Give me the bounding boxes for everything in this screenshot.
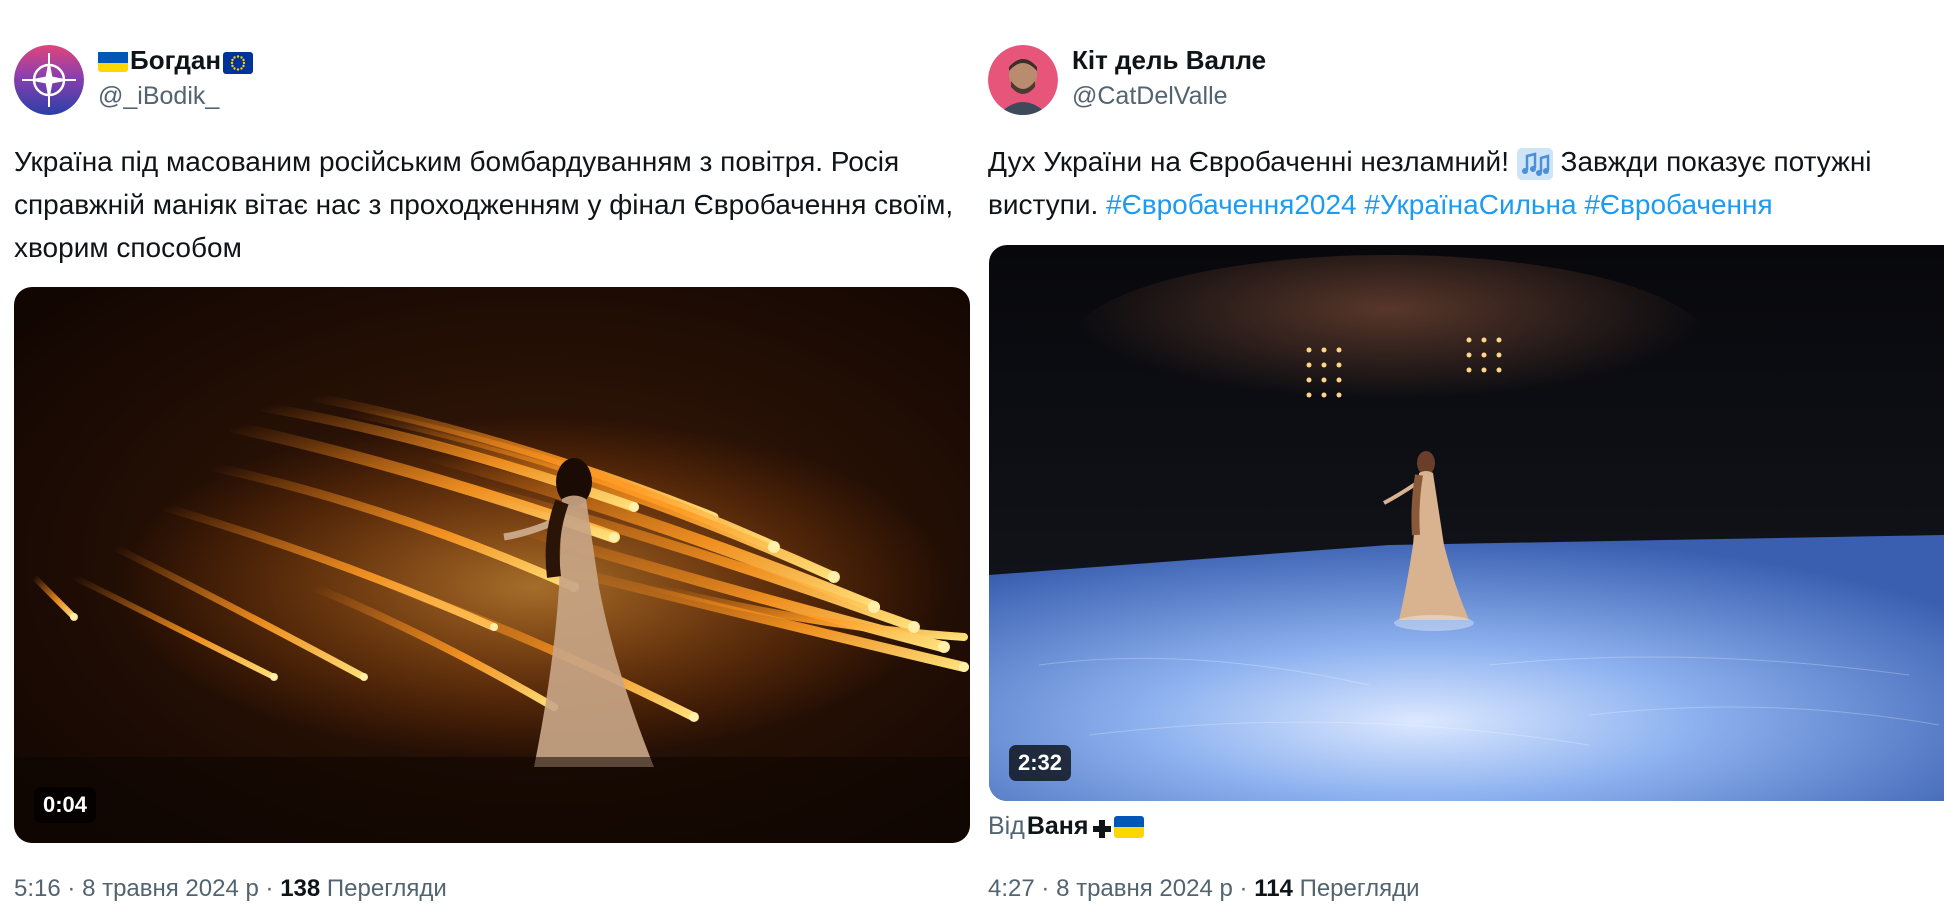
author-name: Богдан xyxy=(130,45,222,75)
author-name-row[interactable]: Кіт дель Валле xyxy=(1072,45,1266,76)
avatar[interactable] xyxy=(14,45,84,115)
tweet-text: Україна під масованим російським бомбард… xyxy=(14,146,954,263)
separator: · xyxy=(1239,875,1248,902)
tweet-meta: 5:16 · 8 травня 2024 р · 138 Перегляди xyxy=(14,875,447,903)
views-label: Перегляди xyxy=(1299,875,1420,902)
author-handle[interactable]: @_iBodik_ xyxy=(98,82,219,111)
video-thumbnail xyxy=(989,245,1944,801)
tweet-date[interactable]: 8 травня 2024 р xyxy=(1056,875,1233,902)
views-label: Перегляди xyxy=(326,875,447,902)
tweet-text: Дух України на Євробаченні незламний! За… xyxy=(988,140,1938,226)
tweet-card: Богдан @_iBodik_ Україна під масованим р… xyxy=(0,0,970,924)
nato-emblem-icon xyxy=(14,45,84,115)
author-handle[interactable]: @CatDelValle xyxy=(1072,82,1228,111)
separator: · xyxy=(67,875,76,902)
hashtag-link[interactable]: #Євробачення2024 xyxy=(1106,189,1357,220)
tweet-time[interactable]: 5:16 xyxy=(14,875,61,902)
video-player[interactable]: 0:04 xyxy=(14,287,970,843)
eu-flag-icon xyxy=(223,50,254,74)
author-name-row[interactable]: Богдан xyxy=(98,45,254,76)
separator: · xyxy=(265,875,274,902)
tweet-card: Кіт дель Валле @CatDelValle Дух України … xyxy=(975,0,1944,924)
attribution-prefix: Від xyxy=(988,812,1025,840)
tweet-time[interactable]: 4:27 xyxy=(988,875,1035,902)
avatar[interactable] xyxy=(988,45,1058,115)
profile-photo-icon xyxy=(988,45,1058,115)
tweet-date[interactable]: 8 травня 2024 р xyxy=(82,875,259,902)
video-thumbnail xyxy=(14,287,970,843)
hashtag-link[interactable]: #УкраїнаСильна xyxy=(1364,189,1576,220)
music-notes-icon xyxy=(1516,147,1553,180)
views-count: 138 xyxy=(280,875,321,902)
video-duration: 0:04 xyxy=(34,787,97,823)
ukraine-flag-icon xyxy=(1114,815,1145,838)
author-name: Кіт дель Валле xyxy=(1072,45,1267,75)
separator: · xyxy=(1041,875,1050,902)
tweet-text-part: Дух України на Євробаченні незламний! xyxy=(988,146,1517,177)
tweet-meta: 4:27 · 8 травня 2024 р · 114 Перегляди xyxy=(988,875,1420,903)
ukraine-flag-icon xyxy=(98,50,128,72)
hashtag-link[interactable]: #Євробачення xyxy=(1584,189,1772,220)
video-player[interactable]: 2:32 xyxy=(989,245,1944,801)
views-count: 114 xyxy=(1254,875,1293,902)
cross-icon xyxy=(1092,817,1112,838)
attribution-name: Ваня xyxy=(1026,812,1089,840)
video-attribution[interactable]: Від Ваня xyxy=(988,812,1145,841)
video-duration: 2:32 xyxy=(1009,745,1072,781)
